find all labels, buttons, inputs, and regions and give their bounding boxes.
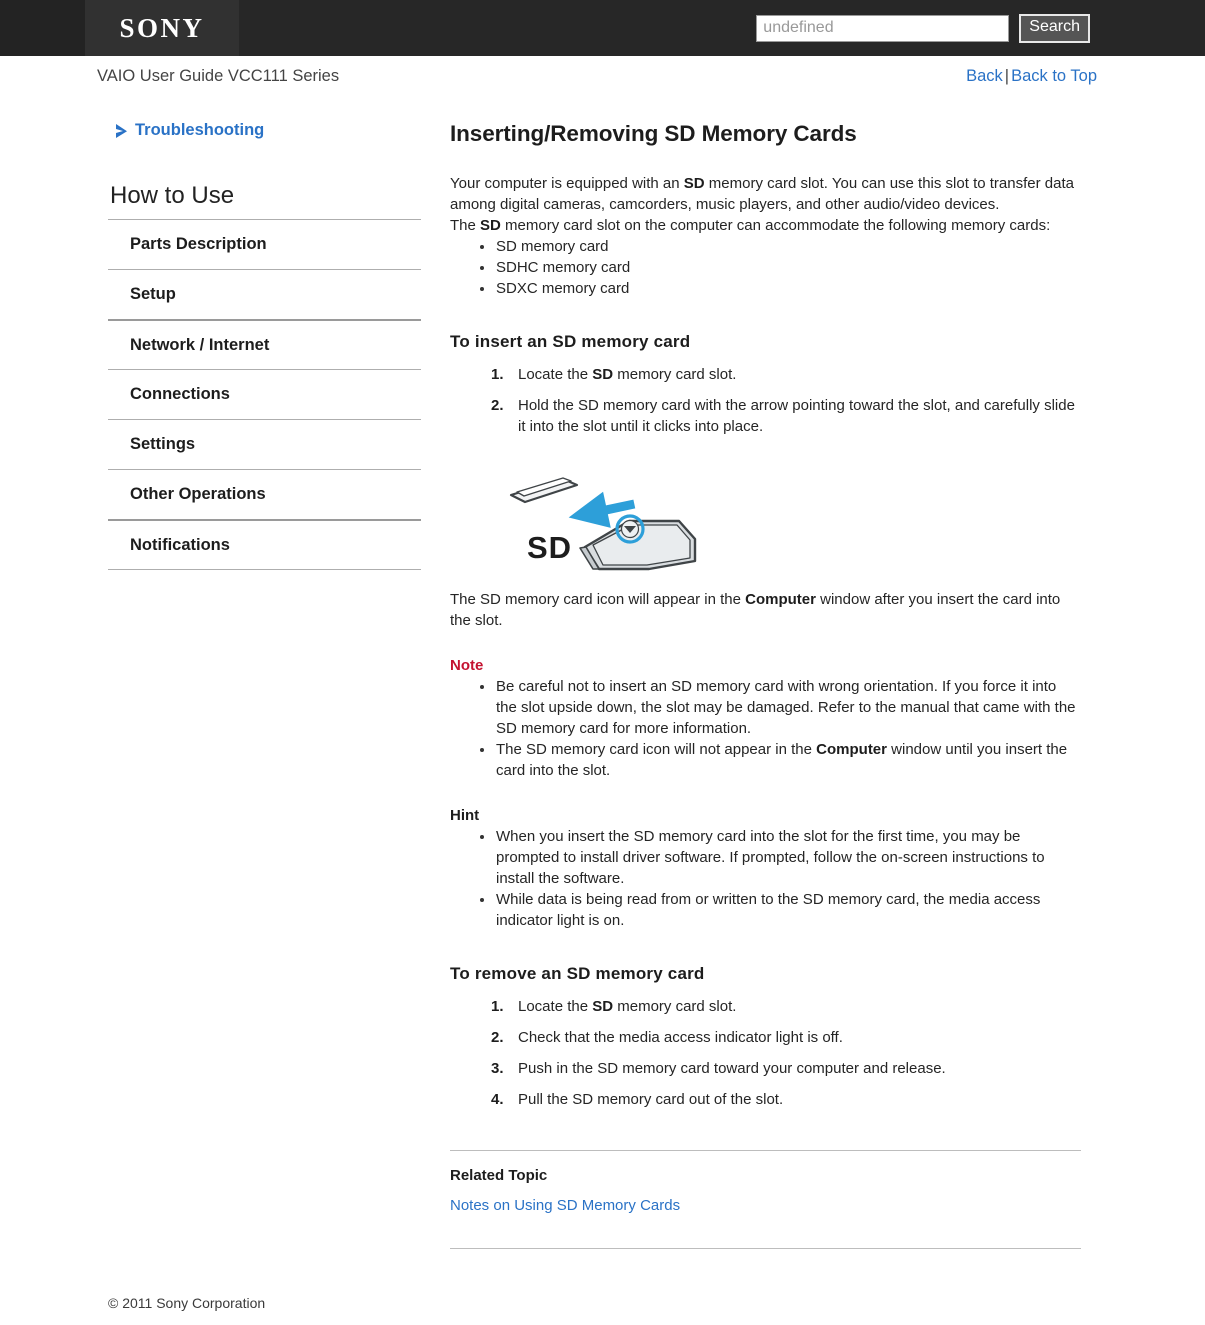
- intro-text-3: The: [450, 217, 481, 234]
- list-item: Locate the SD memory card slot.: [491, 996, 1081, 1017]
- intro-bold-sd-1: SD: [683, 175, 705, 192]
- note-text-2: The SD memory card icon will not appear …: [496, 741, 817, 758]
- breadcrumb-separator: |: [1004, 66, 1010, 85]
- remove-steps-list: Locate the SD memory card slot. Check th…: [450, 996, 1081, 1110]
- intro-paragraph: Your computer is equipped with an SD mem…: [450, 173, 1081, 236]
- sidebar-item-parts-description[interactable]: Parts Description: [108, 219, 421, 269]
- intro-bold-sd-2: SD: [480, 217, 501, 234]
- step-bold: SD: [592, 366, 614, 383]
- sd-card-insertion-illustration: SD: [489, 455, 709, 573]
- page-title: Inserting/Removing SD Memory Cards: [450, 121, 857, 146]
- hint-list: When you insert the SD memory card into …: [450, 826, 1081, 931]
- sidebar-item-label: Settings: [130, 435, 196, 453]
- list-item: Be careful not to insert an SD memory ca…: [480, 676, 1081, 739]
- insert-steps-list: Locate the SD memory card slot. Hold the…: [450, 364, 1081, 437]
- back-to-top-link[interactable]: Back to Top: [1011, 67, 1097, 85]
- note-bold-computer: Computer: [816, 741, 887, 758]
- after-figure-paragraph: The SD memory card icon will appear in t…: [450, 589, 1081, 631]
- sidebar-item-label: Other Operations: [130, 485, 266, 503]
- list-item: Locate the SD memory card slot.: [491, 364, 1081, 385]
- chevron-right-icon: [115, 123, 128, 139]
- main-content: Inserting/Removing SD Memory Cards Your …: [441, 121, 1081, 1249]
- sidebar-item-other-operations[interactable]: Other Operations: [108, 469, 421, 519]
- sidebar-item-settings[interactable]: Settings: [108, 419, 421, 469]
- sidebar-nav-list: Parts Description Setup Network / Intern…: [108, 219, 421, 569]
- list-item: Push in the SD memory card toward your c…: [491, 1058, 946, 1079]
- sidebar-item-setup[interactable]: Setup: [108, 269, 421, 319]
- step-text: Locate the: [518, 366, 593, 383]
- related-topic-link[interactable]: Notes on Using SD Memory Cards: [450, 1197, 680, 1214]
- list-item: While data is being read from or written…: [480, 889, 1081, 931]
- step-text: Hold the SD memory card with the arrow p…: [518, 397, 1075, 435]
- footer-copyright: © 2011 Sony Corporation: [108, 1295, 266, 1311]
- related-topic-heading: Related Topic: [450, 1167, 548, 1184]
- search-input[interactable]: [756, 14, 1010, 42]
- step-text-post: memory card slot.: [613, 998, 737, 1015]
- sony-logo[interactable]: SONY: [85, 0, 239, 56]
- intro-text-1: Your computer is equipped with an: [450, 175, 684, 192]
- sidebar-item-troubleshooting[interactable]: Troubleshooting: [115, 121, 421, 140]
- insert-section-heading: To insert an SD memory card: [450, 332, 691, 351]
- top-header-bar: SONY Search: [0, 0, 1205, 56]
- sidebar-item-label: Parts Description: [130, 235, 267, 253]
- search-button[interactable]: Search: [1019, 13, 1090, 43]
- hint-heading: Hint: [450, 807, 480, 824]
- sidebar-bottom-divider: [108, 569, 421, 570]
- list-item: SDHC memory card: [480, 257, 1081, 278]
- related-topic-section: Related Topic Notes on Using SD Memory C…: [450, 1150, 1081, 1215]
- list-item: When you insert the SD memory card into …: [480, 826, 1081, 889]
- breadcrumb-bar: VAIO User Guide VCC111 Series Back | Back …: [0, 56, 1205, 96]
- sony-logo-text: SONY: [119, 12, 205, 43]
- list-item: SDXC memory card: [480, 278, 1081, 299]
- bottom-divider: [450, 1248, 1081, 1249]
- note-text-1: Be careful not to insert an SD memory ca…: [496, 678, 1076, 737]
- after-figure-text-1: The SD memory card icon will appear in t…: [450, 591, 746, 608]
- step-text-post: memory card slot.: [613, 366, 737, 383]
- page-body: Troubleshooting How to Use Parts Descrip…: [0, 96, 1205, 1249]
- list-item: The SD memory card icon will not appear …: [480, 739, 1081, 781]
- sidebar-item-label: Setup: [130, 285, 176, 303]
- sidebar-section-title: How to Use: [110, 182, 235, 209]
- after-figure-bold-computer: Computer: [745, 591, 816, 608]
- sidebar-item-label: Notifications: [130, 535, 230, 554]
- guide-title: VAIO User Guide VCC111 Series: [97, 66, 340, 85]
- step-text: Locate the: [518, 998, 593, 1015]
- list-item: Pull the SD memory card out of the slot.: [491, 1089, 784, 1110]
- sidebar-troubleshooting-label: Troubleshooting: [135, 121, 265, 139]
- breadcrumb-nav: Back | Back to Top: [966, 67, 1097, 86]
- list-item: Hold the SD memory card with the arrow p…: [491, 395, 1081, 437]
- remove-section-heading: To remove an SD memory card: [450, 964, 705, 983]
- svg-text:SD: SD: [527, 530, 572, 565]
- sidebar: Troubleshooting How to Use Parts Descrip…: [108, 121, 441, 1249]
- sidebar-item-connections[interactable]: Connections: [108, 369, 421, 419]
- intro-text-4: memory card slot on the computer can acc…: [500, 217, 1051, 234]
- header-left-spacer: [0, 0, 85, 56]
- note-list: Be careful not to insert an SD memory ca…: [450, 676, 1081, 781]
- note-heading: Note: [450, 657, 484, 674]
- header-spacer: [239, 0, 756, 56]
- list-item: SD memory card: [480, 236, 1081, 257]
- back-link[interactable]: Back: [966, 67, 1003, 85]
- step-bold: SD: [592, 998, 614, 1015]
- sidebar-item-label: Network / Internet: [130, 335, 270, 354]
- list-item: Check that the media access indicator li…: [491, 1027, 843, 1048]
- sidebar-item-notifications[interactable]: Notifications: [108, 519, 421, 569]
- sidebar-item-label: Connections: [130, 385, 230, 403]
- card-types-list: SD memory card SDHC memory card SDXC mem…: [450, 236, 1081, 299]
- sidebar-item-network-internet[interactable]: Network / Internet: [108, 319, 421, 369]
- search-area: Search: [756, 13, 1205, 43]
